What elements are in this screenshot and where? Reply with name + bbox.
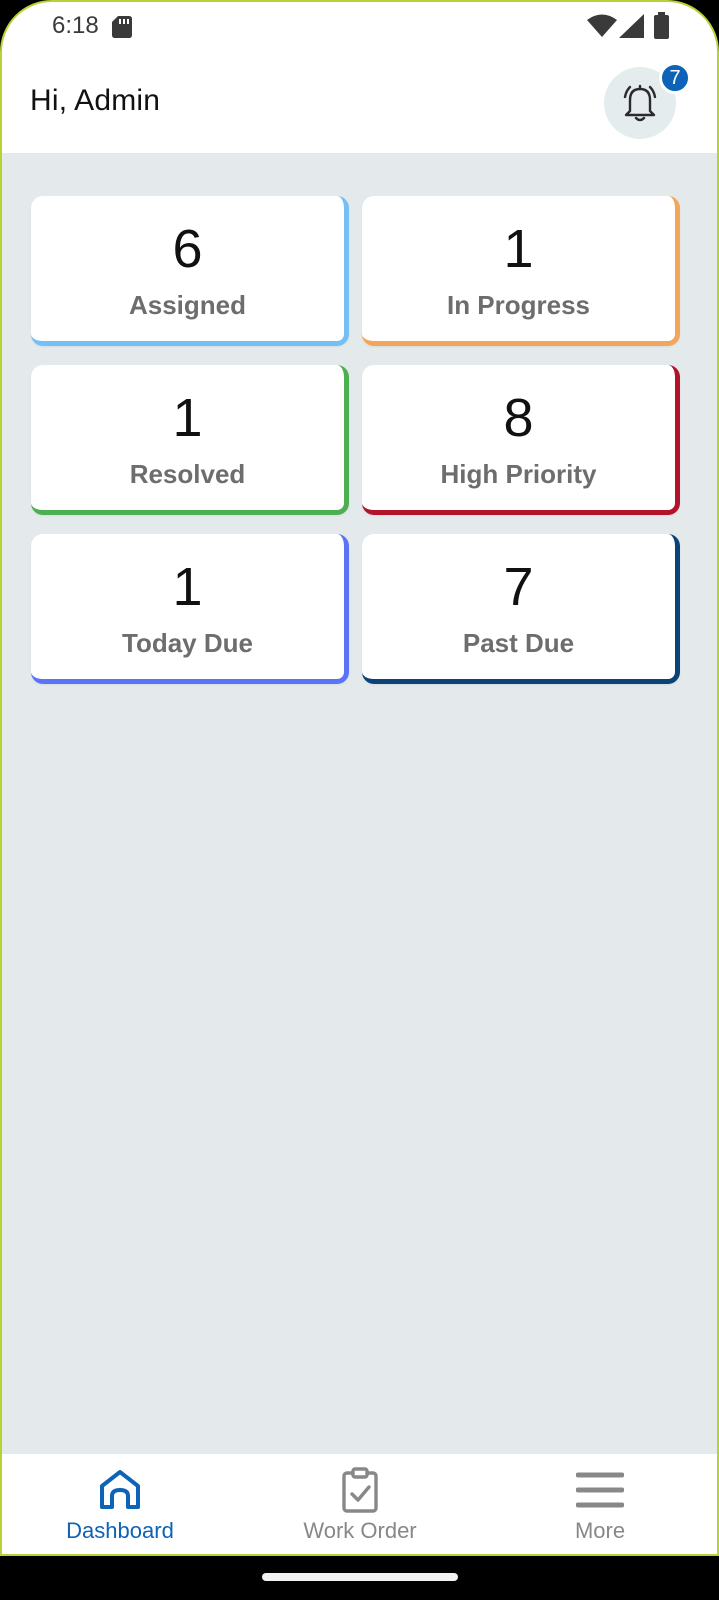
stat-card-high-priority[interactable]: 8 High Priority [362, 365, 680, 515]
device-screen: 6:18 Hi, Admin 7 6 Assigned 1 In Progres… [0, 0, 719, 1556]
nav-label-dashboard: Dashboard [66, 1518, 174, 1543]
nav-item-work-order[interactable]: Work Order [260, 1454, 460, 1554]
clipboard-check-icon [342, 1467, 378, 1513]
home-icon [100, 1470, 140, 1509]
bottom-navigation: Dashboard Work Order More [2, 1454, 717, 1554]
battery-icon [654, 12, 669, 39]
stat-value: 1 [172, 557, 203, 617]
stat-value: 6 [172, 219, 203, 279]
greeting-title: Hi, Admin [30, 84, 161, 117]
wifi-icon [587, 14, 617, 37]
notification-count-badge: 7 [659, 62, 691, 94]
nav-item-more[interactable]: More [500, 1454, 700, 1554]
nav-label-more: More [574, 1518, 626, 1543]
stat-value: 7 [503, 557, 534, 617]
status-time: 6:18 [52, 12, 99, 39]
sd-card-icon [112, 16, 132, 38]
nav-item-dashboard[interactable]: Dashboard [20, 1454, 220, 1554]
gesture-home-handle[interactable] [262, 1573, 458, 1581]
stat-card-assigned[interactable]: 6 Assigned [31, 196, 349, 346]
stat-label: In Progress [446, 290, 591, 320]
stat-label: Assigned [128, 290, 247, 320]
signal-icon [619, 14, 644, 38]
bell-icon [623, 84, 657, 122]
nav-label-work-order: Work Order [303, 1518, 417, 1543]
stat-card-in-progress[interactable]: 1 In Progress [362, 196, 680, 346]
stat-label: Past Due [462, 628, 575, 658]
stat-value: 1 [503, 219, 534, 279]
stat-value: 8 [503, 388, 534, 448]
stat-label: Today Due [122, 628, 253, 658]
dashboard-content: 6 Assigned 1 In Progress 1 Resolved 8 Hi… [2, 153, 717, 1454]
stat-card-resolved[interactable]: 1 Resolved [31, 365, 349, 515]
stat-card-past-due[interactable]: 7 Past Due [362, 534, 680, 684]
menu-icon [576, 1472, 624, 1508]
stat-label: High Priority [440, 459, 597, 489]
stat-card-today-due[interactable]: 1 Today Due [31, 534, 349, 684]
app-header: Hi, Admin 7 [2, 52, 717, 153]
stat-value: 1 [172, 388, 203, 448]
status-bar: 6:18 [2, 2, 717, 52]
stat-label: Resolved [129, 459, 246, 489]
